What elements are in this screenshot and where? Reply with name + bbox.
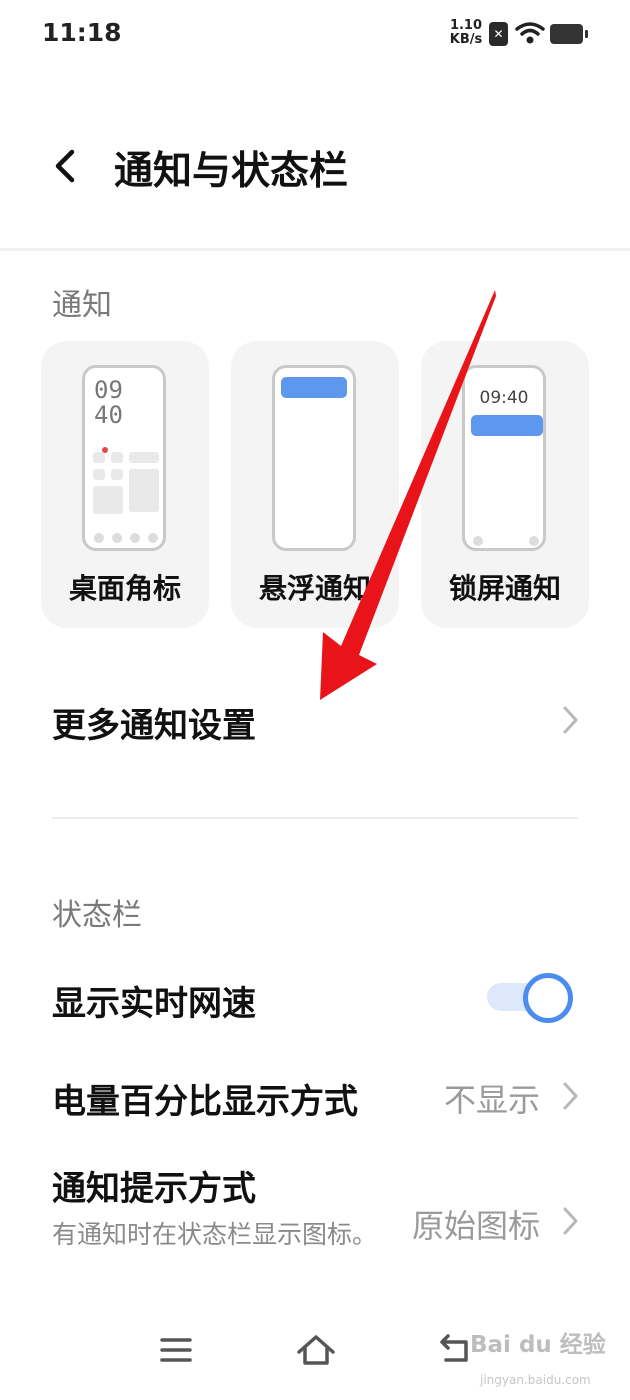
watermark-url: jingyan.baidu.com <box>480 1373 591 1387</box>
chevron-right-icon <box>563 1207 578 1235</box>
dock-dot <box>94 533 104 543</box>
section-label-notification: 通知 <box>52 288 112 323</box>
card-label: 锁屏通知 <box>448 572 561 605</box>
mock-clock-minute: 40 <box>94 401 123 429</box>
battery-icon <box>550 24 588 44</box>
floating-banner <box>281 377 347 398</box>
back-arrow-icon[interactable] <box>46 144 86 188</box>
wifi-icon <box>515 22 545 44</box>
row-value: 原始图标 <box>411 1207 540 1245</box>
watermark-brand: Bai du 经验 <box>470 1332 606 1358</box>
header-divider <box>0 248 630 251</box>
widget-placeholder <box>129 452 159 463</box>
phone-mockup-home: 09 40 <box>82 365 166 551</box>
status-time: 11:18 <box>42 18 122 47</box>
app-icon-placeholder <box>93 452 105 463</box>
back-icon[interactable] <box>438 1332 474 1368</box>
toggle-knob <box>523 973 573 1023</box>
net-speed-value: 1.10 <box>449 18 483 33</box>
mock-clock-hour: 09 <box>94 376 123 404</box>
watermark: Bai du 经验 jingyan.baidu.com <box>470 1325 620 1395</box>
net-speed-indicator: 1.10 KB/s <box>446 19 486 47</box>
row-subtitle: 有通知时在状态栏显示图标。 <box>52 1220 378 1249</box>
lockscreen-banner <box>471 415 543 436</box>
row-title: 更多通知设置 <box>52 706 256 746</box>
section-label-statusbar: 状态栏 <box>52 898 142 933</box>
card-label: 悬浮通知 <box>258 572 371 605</box>
lockscreen-clock: 09:40 <box>479 388 529 408</box>
row-title: 通知提示方式 <box>52 1169 256 1209</box>
row-value: 不显示 <box>443 1081 540 1119</box>
mock-clock: 09 40 <box>94 378 123 428</box>
dock-dot <box>130 533 140 543</box>
card-label: 桌面角标 <box>68 572 181 605</box>
header: 通知与状态栏 <box>0 110 630 220</box>
lockscreen-shortcut-dot <box>473 536 483 546</box>
card-badge-notification[interactable]: 09 40 桌面角标 <box>41 341 209 628</box>
lockscreen-shortcut-dot <box>529 536 539 546</box>
card-lockscreen-notification[interactable]: 09:40 锁屏通知 <box>421 341 589 628</box>
chevron-right-icon <box>563 706 578 734</box>
chevron-right-icon <box>563 1082 578 1110</box>
net-speed-unit: KB/s <box>449 32 483 47</box>
widget-placeholder <box>93 486 123 514</box>
dock-dot <box>112 533 122 543</box>
app-icon-placeholder <box>93 469 105 480</box>
battery-percentage-row[interactable]: 电量百分比显示方式 不显示 <box>0 1066 630 1130</box>
row-title: 电量百分比显示方式 <box>52 1082 358 1122</box>
section-divider <box>52 817 578 819</box>
more-notification-settings-row[interactable]: 更多通知设置 <box>0 690 630 754</box>
page-title: 通知与状态栏 <box>114 149 349 194</box>
sim-off-icon: ✕ <box>489 22 508 46</box>
notification-indicator-row[interactable]: 通知提示方式 有通知时在状态栏显示图标。 原始图标 <box>0 1155 630 1295</box>
phone-mockup-floating <box>272 365 356 551</box>
menu-icon[interactable] <box>158 1332 194 1368</box>
app-icon-placeholder <box>111 469 123 480</box>
card-floating-notification[interactable]: 悬浮通知 <box>231 341 399 628</box>
net-speed-toggle[interactable] <box>487 971 573 1023</box>
widget-placeholder <box>129 469 159 512</box>
app-icon-placeholder <box>111 452 123 463</box>
row-title: 显示实时网速 <box>52 984 256 1024</box>
dock-dot <box>148 533 158 543</box>
home-icon[interactable] <box>295 1332 337 1368</box>
phone-mockup-lockscreen: 09:40 <box>462 365 546 551</box>
status-bar: 11:18 1.10 KB/s ✕ <box>0 0 630 70</box>
